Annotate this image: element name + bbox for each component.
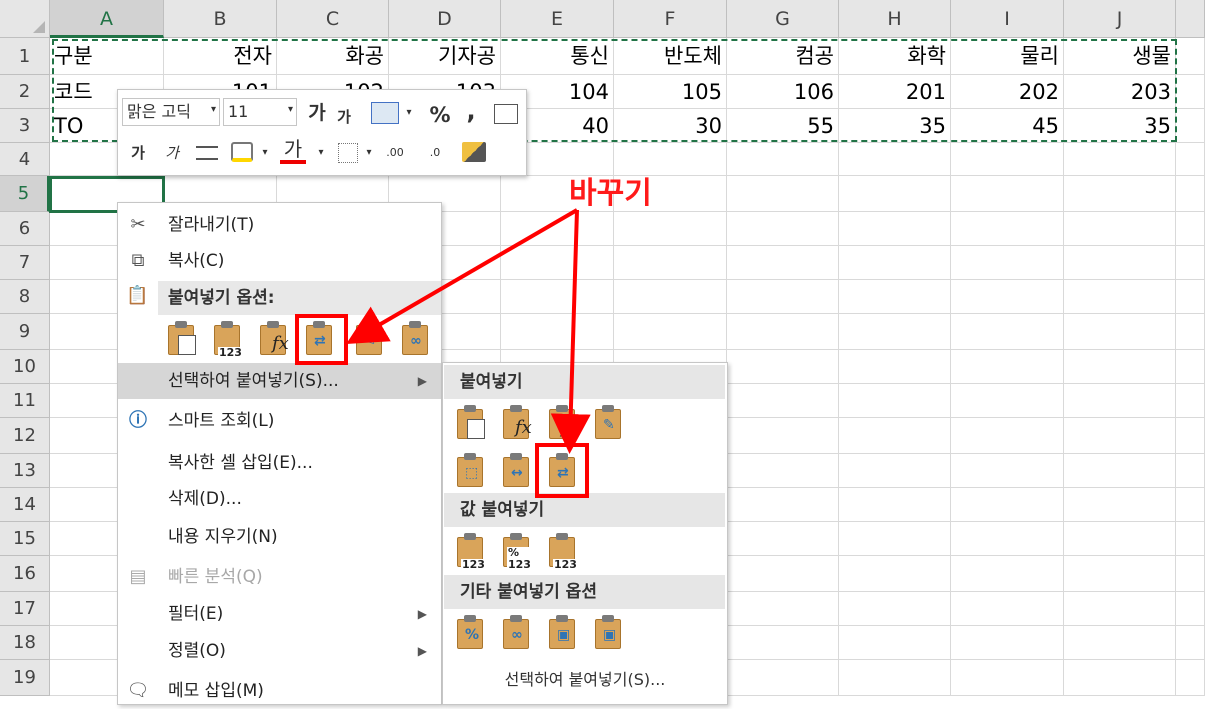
arrow-to-submenu-transpose xyxy=(550,209,591,454)
annotation-arrows xyxy=(346,208,591,454)
arrow-to-menu-transpose xyxy=(346,208,579,345)
